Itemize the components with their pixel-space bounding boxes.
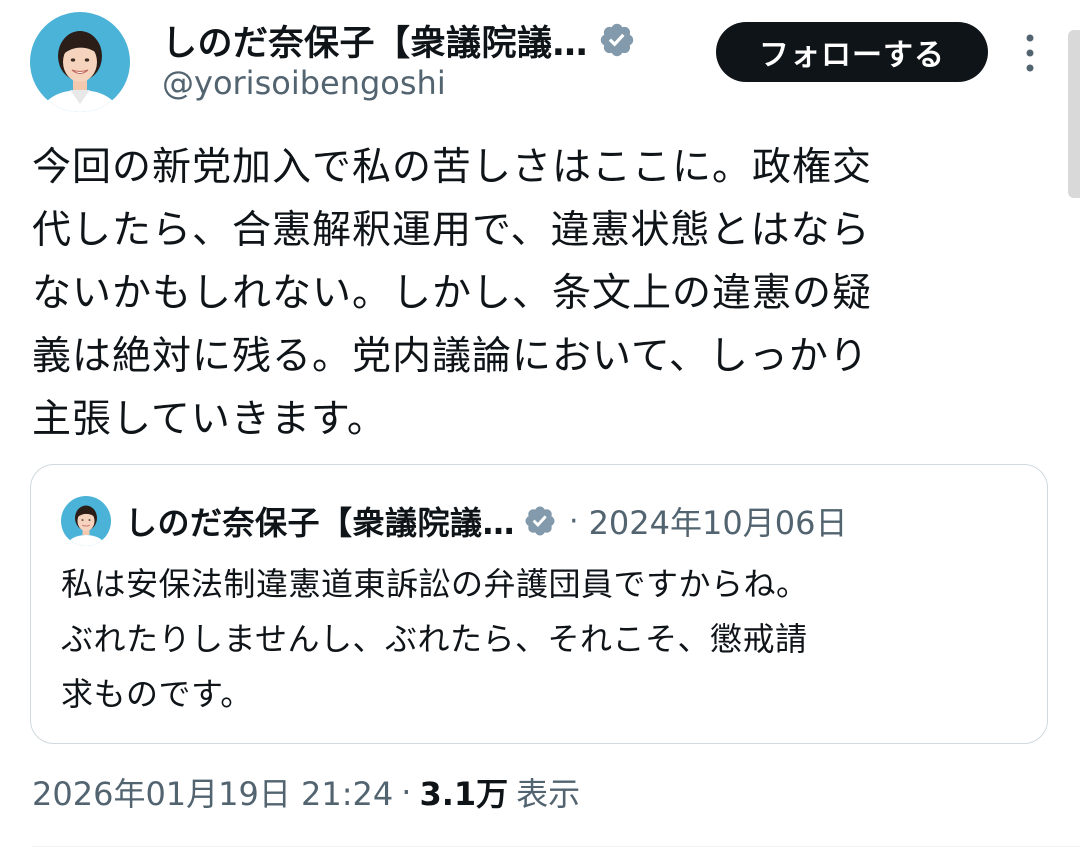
author-avatar[interactable]: [30, 12, 130, 112]
follow-button[interactable]: フォローする: [716, 22, 988, 82]
dot-separator: ·: [401, 773, 412, 811]
tweet-detail: しのだ奈保子【衆議院議… @yorisoibengoshi フォローする 今回の…: [0, 0, 1080, 848]
author-display-name[interactable]: しのだ奈保子【衆議院議…: [162, 15, 588, 66]
author-name-row[interactable]: しのだ奈保子【衆議院議…: [162, 14, 636, 66]
views-count[interactable]: 3.1万: [419, 769, 508, 815]
quoted-text-line: 求ものです。: [61, 675, 253, 713]
tweet-text-line: 今回の新党加入で私の苦しさはここに。政権交: [32, 145, 873, 190]
tweet-timestamp[interactable]: 2026年01月19日 21:24: [32, 769, 393, 815]
quoted-tweet-text: 私は安保法制違憲道東訴訟の弁護団員ですからね。 ぶれたりしませんし、ぶれたら、そ…: [61, 557, 1021, 722]
dot-separator: ·: [569, 503, 579, 539]
tweet-text-line: ないかもしれない。しかし、条文上の違憲の疑: [32, 271, 873, 316]
verified-badge-icon: [600, 23, 634, 57]
tweet-meta: 2026年01月19日 21:24 · 3.1万 表示: [32, 768, 580, 816]
views-label: 表示: [516, 775, 581, 813]
author-handle[interactable]: @yorisoibengoshi: [162, 64, 446, 102]
divider: [32, 846, 1080, 847]
tweet-text: 今回の新党加入で私の苦しさはここに。政権交 代したら、合憲解釈運用で、違憲状態と…: [32, 136, 1050, 451]
tweet-text-line: 主張していきます。: [32, 397, 387, 442]
quoted-tweet-date[interactable]: 2024年10月06日: [589, 498, 848, 544]
quoted-text-line: 私は安保法制違憲道東訴訟の弁護団員ですからね。: [61, 565, 809, 603]
quoted-author-display-name[interactable]: しのだ奈保子【衆議院議…: [125, 498, 515, 544]
quoted-text-line: ぶれたりしませんし、ぶれたら、それこそ、懲戒請: [61, 620, 808, 658]
quoted-author-avatar[interactable]: [61, 496, 111, 546]
verified-badge-icon: [525, 506, 555, 536]
tweet-text-line: 代したら、合憲解釈運用で、違憲状態とはなら: [32, 208, 871, 253]
quoted-tweet-card[interactable]: しのだ奈保子【衆議院議… · 2024年10月06日 私は安保法制違憲道東訴訟の…: [30, 464, 1048, 744]
quoted-tweet-header: しのだ奈保子【衆議院議… · 2024年10月06日: [61, 495, 847, 547]
tweet-text-line: 義は絶対に残る。党内議論において、しっかり: [32, 334, 869, 379]
scrollbar-thumb[interactable]: [1068, 30, 1080, 198]
more-vertical-icon[interactable]: [1014, 30, 1046, 76]
